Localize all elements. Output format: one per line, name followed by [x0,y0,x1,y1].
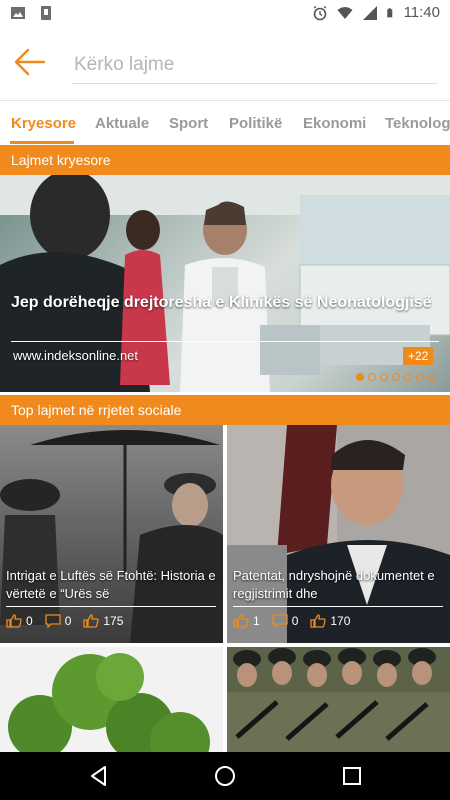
like-count: 1 [253,614,260,628]
news-card[interactable] [227,647,450,752]
section-header-top-news: Lajmet kryesore [0,145,450,175]
image-icon [11,7,25,19]
card-stats: 1 0 170 [233,614,358,628]
hero-more-badge[interactable]: +22 [403,347,434,365]
alarm-icon [313,5,326,20]
tab-kryesore[interactable]: Kryesore [11,115,76,132]
active-tab-indicator [10,141,74,144]
card-image [227,425,450,643]
search-header [0,28,450,100]
like-icon[interactable] [233,614,249,628]
category-tabs: Kryesore Aktuale Sport Politikë Ekonomi … [0,100,450,144]
wifi-icon [337,6,353,19]
hero-divider [11,341,439,342]
carousel-dots [356,373,436,381]
hero-source: www.indeksonline.net [13,348,139,363]
comment-icon[interactable] [45,614,61,628]
card-title[interactable]: Intrigat e Luftës së Ftohtë: Historia e … [6,567,218,603]
search-input[interactable] [72,46,437,84]
nav-home-icon[interactable] [213,764,237,788]
card-stats: 0 0 175 [6,614,131,628]
section-header-social-news: Top lajmet në rrjetet sociale [0,395,450,425]
carousel-dot[interactable] [356,373,364,381]
comment-count: 0 [291,614,299,628]
carousel-dot[interactable] [380,373,388,381]
carousel-dot[interactable] [416,373,424,381]
like-icon[interactable] [6,614,22,628]
card-image [0,425,223,643]
battery-icon [386,7,392,17]
share-icon[interactable] [83,614,100,628]
news-card[interactable]: Intrigat e Luftës së Ftohtë: Historia e … [0,425,223,643]
comment-icon[interactable] [272,614,288,628]
news-card[interactable] [0,647,223,752]
status-bar: 11:40 [0,0,450,28]
share-icon[interactable] [310,614,327,628]
signal-icon [362,5,377,20]
carousel-dot[interactable] [404,373,412,381]
hero-title[interactable]: Jep dorëheqje drejtoresha e Klinikës së … [11,292,441,314]
carousel-dot[interactable] [392,373,400,381]
comment-count: 0 [64,614,72,628]
tab-aktuale[interactable]: Aktuale [95,115,149,132]
card-image [0,647,223,752]
like-count: 0 [26,614,33,628]
card-divider [233,606,443,607]
card-title[interactable]: Patentat, ndryshojnë dokumentet e regjis… [233,567,445,603]
nav-back-icon[interactable] [87,764,111,788]
news-card[interactable]: Patentat, ndryshojnë dokumentet e regjis… [227,425,450,643]
share-count: 175 [103,614,124,628]
card-image [227,647,450,752]
carousel-dot[interactable] [428,373,436,381]
tab-sport[interactable]: Sport [169,115,208,132]
system-nav-bar [0,752,450,800]
phone-icon [41,6,51,20]
tab-teknologji[interactable]: Teknologji [385,115,450,132]
tab-politike[interactable]: Politikë [229,115,282,132]
tab-ekonomi[interactable]: Ekonomi [303,115,366,132]
status-time: 11:40 [403,4,440,21]
carousel-dot[interactable] [368,373,376,381]
share-count: 170 [330,614,351,628]
nav-recents-icon[interactable] [340,764,364,788]
card-divider [6,606,216,607]
back-arrow-icon[interactable] [10,42,50,82]
